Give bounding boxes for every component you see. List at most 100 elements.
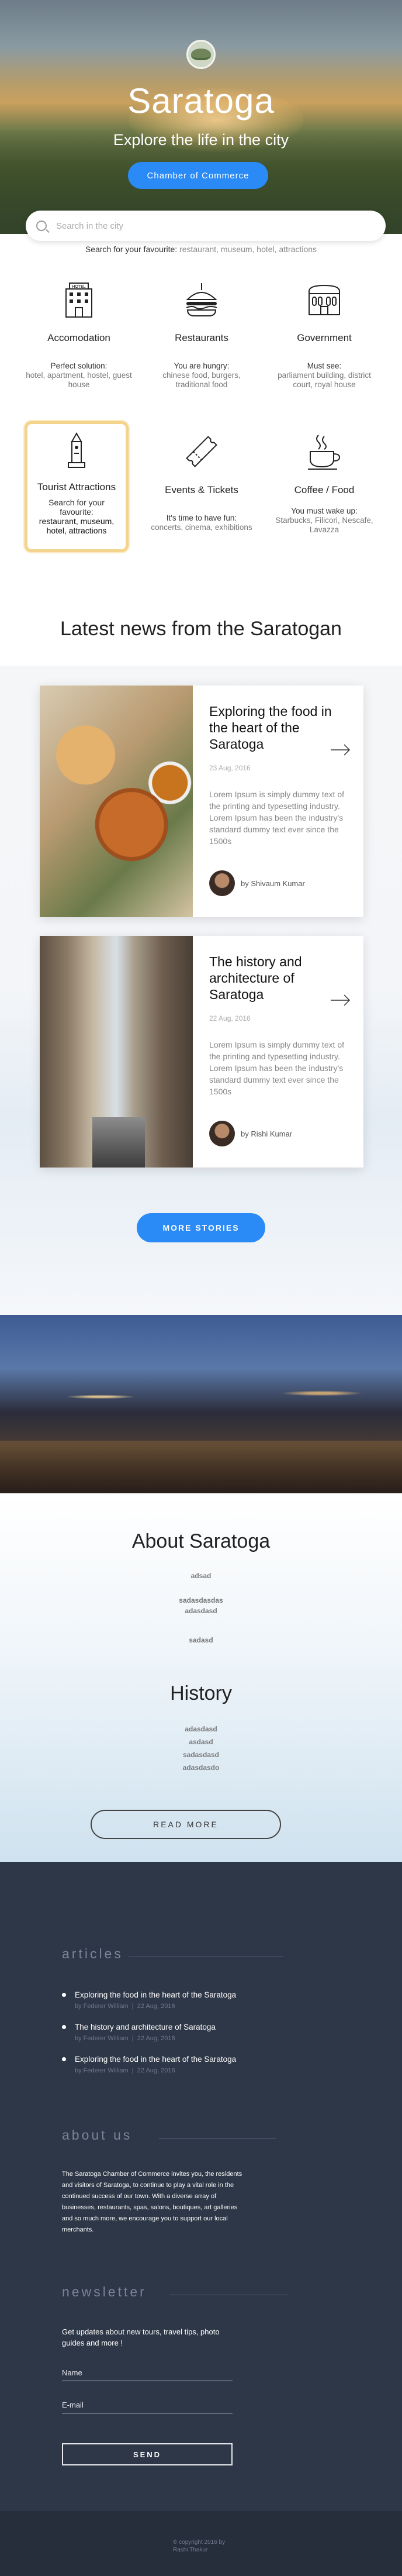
chamber-of-commerce-button[interactable]: Chamber of Commerce <box>128 162 268 189</box>
hero-title: Saratoga <box>127 81 275 120</box>
history-line: sadasdasd <box>182 1751 220 1759</box>
category-description: You must wake up: Starbucks, Filicori, Ne… <box>263 507 386 535</box>
search-input[interactable] <box>56 221 360 231</box>
news-card[interactable]: The history and architecture of Saratoga… <box>40 936 363 1168</box>
category-desc-lead: You must wake up: <box>291 507 358 515</box>
newsletter-description: Get updates about new tours, travel tips… <box>62 2327 220 2347</box>
news-card-content: Exploring the food in the heart of the S… <box>209 703 349 847</box>
category-description: Search for your favourite: restaurant, mu… <box>27 498 126 535</box>
government-building-icon <box>306 281 343 318</box>
arrow-right-icon[interactable] <box>331 994 351 1006</box>
arrow-right-icon[interactable] <box>331 744 351 756</box>
monument-icon <box>58 432 95 470</box>
footer-article-meta: by Federer William | 22 Aug, 2016 <box>75 2035 175 2042</box>
newsletter-name-field[interactable] <box>62 2365 233 2381</box>
footer-about-heading: about us <box>62 2127 133 2143</box>
about-line: adasdasd <box>185 1607 217 1615</box>
category-description: Perfect solution: hotel, apartment, hoste… <box>18 361 140 390</box>
about-line: sadasdasdas <box>179 1596 223 1604</box>
news-heading: Latest news from the Saratogan <box>60 618 342 640</box>
author-name: by Rishi Kumar <box>241 1129 293 1138</box>
category-description: It's time to have fun: concerts, cinema, … <box>140 514 263 532</box>
footer-newsletter-heading: newsletter <box>62 2284 147 2299</box>
category-description: Must see: parliament building, district c… <box>263 361 386 390</box>
copyright-text: © copyright 2016 by Rashi Thakur <box>173 2539 226 2553</box>
category-desc-items: concerts, cinema, exhibitions <box>151 523 252 532</box>
footer-article-title: Exploring the food in the heart of the S… <box>62 1990 331 1999</box>
category-desc-lead: Search for your favourite: <box>48 498 105 516</box>
footer-article-meta: by Federer William | 22 Aug, 2016 <box>75 2003 175 2010</box>
architecture-photo <box>40 936 193 1168</box>
news-card-title: Exploring the food in the heart of the S… <box>209 704 332 752</box>
hero-subtitle: Explore the life in the city <box>113 131 289 149</box>
search-suggestions-terms: restaurant, museum, hotel, attractions <box>179 244 317 254</box>
about-line: sadasd <box>189 1636 213 1644</box>
send-button[interactable]: SEND <box>62 2443 233 2465</box>
read-more-button[interactable]: READ MORE <box>91 1810 281 1839</box>
category-title: Accomodation <box>47 332 110 343</box>
newsletter-email-field[interactable] <box>62 2397 233 2413</box>
search-bar[interactable] <box>26 211 386 241</box>
category-title: Government <box>297 332 352 343</box>
about-line: adsad <box>190 1572 212 1580</box>
name-input[interactable] <box>62 2365 233 2380</box>
search-icon <box>36 221 47 231</box>
category-desc-lead: Must see: <box>307 361 342 370</box>
history-line: asdasd <box>189 1738 213 1746</box>
burger-icon <box>183 281 220 318</box>
footer-articles-heading: articles <box>62 1946 123 1961</box>
news-card-body: Lorem Ipsum is simply dummy text of the … <box>209 790 345 846</box>
footer-article-date: 22 Aug, 2016 <box>137 2003 175 2010</box>
footer-article-item[interactable]: The history and architecture of Saratoga… <box>62 2023 331 2042</box>
category-desc-lead: It's time to have fun: <box>166 514 237 522</box>
footer-article-title: Exploring the food in the heart of the S… <box>62 2055 331 2064</box>
footer-article-item[interactable]: Exploring the food in the heart of the S… <box>62 1990 331 2010</box>
category-title: Coffee / Food <box>294 484 355 495</box>
category-desc-lead: Perfect solution: <box>50 361 108 370</box>
category-tourist-attractions[interactable]: Tourist Attractions Search for your favo… <box>25 421 129 552</box>
category-restaurants[interactable]: Restaurants You are hungry: chinese food,… <box>140 269 263 409</box>
footer-article-item[interactable]: Exploring the food in the heart of the S… <box>62 2055 331 2074</box>
more-stories-button[interactable]: MORE STORIES <box>137 1213 265 1242</box>
news-card-date: 23 Aug, 2016 <box>209 764 251 772</box>
search-suggestions-label: Search for your favourite: <box>85 244 178 254</box>
footer-article-date: 22 Aug, 2016 <box>137 2067 175 2074</box>
svg-text:HOTEL: HOTEL <box>72 285 85 289</box>
avatar <box>209 1121 235 1146</box>
footer-about-text: The Saratoga Chamber of Commerce invites… <box>62 2171 242 2233</box>
news-card-content: The history and architecture of Saratoga… <box>209 953 349 1097</box>
category-desc-items: Starbucks, Filicori, Nescafe, Lavazza <box>275 516 373 534</box>
news-card-title: The history and architecture of Saratoga <box>209 954 302 1002</box>
category-government[interactable]: Government Must see: parliament building,… <box>263 269 386 409</box>
footer-article-author: by Federer William <box>75 2003 129 2010</box>
footer-article-date: 22 Aug, 2016 <box>137 2035 175 2042</box>
category-events-tickets[interactable]: Events & Tickets It's time to have fun: c… <box>140 421 263 562</box>
email-input[interactable] <box>62 2397 233 2412</box>
page: Saratoga Explore the life in the city Ch… <box>0 0 402 2576</box>
footer-article-title: The history and architecture of Saratoga <box>62 2023 331 2031</box>
footer-article-meta: by Federer William | 22 Aug, 2016 <box>75 2067 175 2074</box>
news-card-author[interactable]: by Shivaum Kumar <box>209 870 305 896</box>
category-desc-items: restaurant, museum, hotel, attractions <box>39 516 115 535</box>
city-logo[interactable] <box>186 40 216 69</box>
about-heading: About Saratoga <box>131 1530 271 1552</box>
street-night-photo <box>0 1315 402 1493</box>
footer-article-author: by Federer William <box>75 2035 129 2042</box>
category-accomodation[interactable]: HOTEL Accomodation Perfect solution: hote… <box>18 269 140 409</box>
category-desc-lead: You are hungry: <box>174 361 230 370</box>
history-line: adasdasdo <box>182 1764 220 1772</box>
food-photo <box>40 686 193 917</box>
ticket-icon <box>183 433 220 470</box>
category-title: Events & Tickets <box>165 484 238 495</box>
news-card-body: Lorem Ipsum is simply dummy text of the … <box>209 1040 345 1096</box>
category-desc-items: parliament building, district court, roy… <box>278 371 371 389</box>
history-line: adasdasd <box>185 1725 217 1733</box>
author-name: by Shivaum Kumar <box>241 879 305 888</box>
category-description: You are hungry: chinese food, burgers, tr… <box>140 361 263 390</box>
logo-emblem-icon <box>191 49 211 60</box>
news-card[interactable]: Exploring the food in the heart of the S… <box>40 686 363 917</box>
category-coffee-food[interactable]: Coffee / Food You must wake up: Starbucks… <box>263 421 386 562</box>
avatar <box>209 870 235 896</box>
hotel-icon: HOTEL <box>60 281 98 318</box>
news-card-author[interactable]: by Rishi Kumar <box>209 1121 292 1146</box>
